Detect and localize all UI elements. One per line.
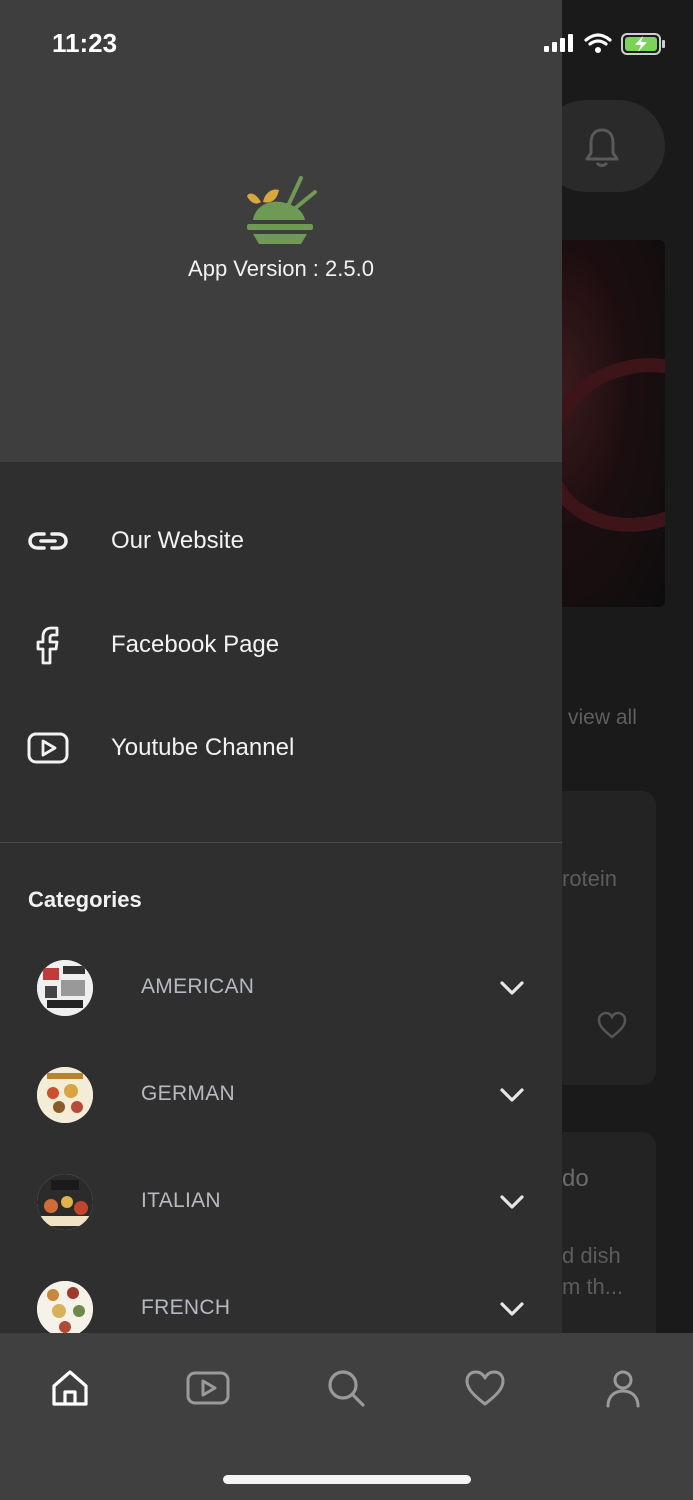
category-item-italian[interactable]: ITALIAN	[0, 1167, 562, 1237]
divider	[0, 842, 562, 843]
category-item-german[interactable]: GERMAN	[0, 1060, 562, 1130]
home-icon	[52, 1370, 88, 1406]
view-all-link[interactable]: view all	[568, 706, 637, 730]
facebook-icon	[26, 623, 70, 667]
link-label: Youtube Channel	[111, 734, 295, 761]
video-icon	[186, 1371, 230, 1405]
category-thumbnail	[37, 960, 93, 1016]
link-facebook-page[interactable]: Facebook Page	[0, 615, 562, 675]
battery-icon	[621, 33, 665, 55]
home-indicator	[223, 1475, 471, 1484]
category-label: FRENCH	[141, 1296, 231, 1319]
categories-heading: Categories	[28, 887, 142, 912]
signal-icon	[544, 34, 573, 52]
app-version: App Version : 2.5.0	[188, 256, 374, 281]
category-thumbnail	[37, 1174, 93, 1230]
favorite-icon[interactable]	[597, 1011, 627, 1039]
status-icons	[544, 33, 665, 55]
chevron-down-icon[interactable]	[498, 975, 526, 1001]
chevron-down-icon[interactable]	[498, 1189, 526, 1215]
tab-profile[interactable]	[593, 1363, 653, 1413]
recipe-card-title: rotein	[562, 866, 618, 891]
tab-videos[interactable]	[178, 1363, 238, 1413]
status-time: 11:23	[52, 28, 118, 58]
side-drawer: App Version : 2.5.0 Our Website Facebook…	[0, 0, 562, 1333]
recipe-card-description: m th...	[562, 1274, 624, 1299]
tab-search[interactable]	[316, 1363, 376, 1413]
tab-home[interactable]	[40, 1363, 100, 1413]
youtube-icon	[26, 726, 70, 770]
chevron-down-icon[interactable]	[498, 1082, 526, 1108]
link-label: Facebook Page	[111, 631, 280, 658]
category-item-french[interactable]: FRENCH	[0, 1274, 562, 1333]
category-label: AMERICAN	[141, 975, 255, 998]
profile-icon	[606, 1370, 640, 1408]
category-label: ITALIAN	[141, 1189, 221, 1212]
wifi-icon	[584, 33, 612, 46]
link-youtube-channel[interactable]: Youtube Channel	[0, 718, 562, 778]
link-label: Our Website	[111, 527, 244, 554]
link-icon	[26, 519, 70, 563]
category-item-american[interactable]: AMERICAN	[0, 953, 562, 1023]
drawer-header: App Version : 2.5.0	[0, 0, 562, 462]
category-thumbnail	[37, 1067, 93, 1123]
recipe-card-description: d dish	[562, 1243, 621, 1268]
link-our-website[interactable]: Our Website	[0, 511, 562, 571]
chevron-down-icon[interactable]	[498, 1296, 526, 1322]
category-thumbnail	[37, 1281, 93, 1333]
recipe-card-title: do	[562, 1165, 589, 1192]
tab-favorites[interactable]	[455, 1363, 515, 1413]
search-icon	[328, 1370, 365, 1407]
bell-icon	[585, 128, 619, 167]
category-label: GERMAN	[141, 1082, 235, 1105]
heart-icon	[465, 1370, 505, 1406]
app-logo	[247, 176, 317, 244]
